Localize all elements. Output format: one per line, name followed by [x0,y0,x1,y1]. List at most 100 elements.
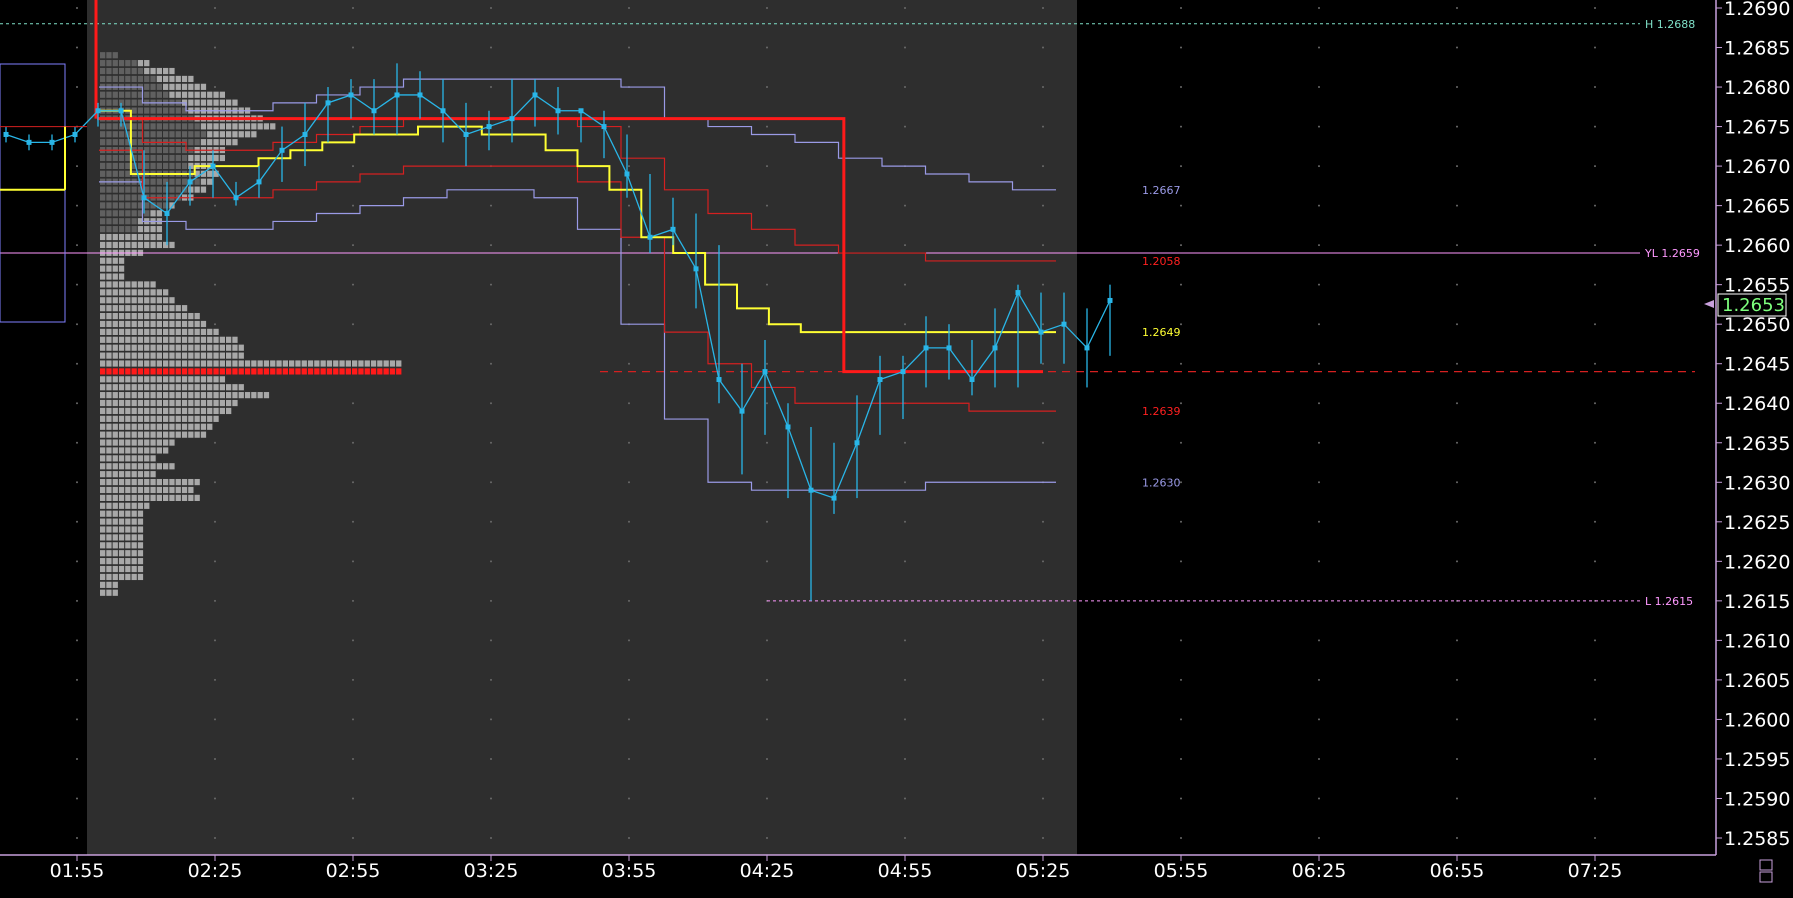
profile-cell [112,91,118,98]
profile-cell [137,336,144,343]
grid-dot [214,639,216,642]
profile-cell [156,407,162,415]
profile-cell [181,344,188,351]
profile-cell [118,139,125,146]
profile-cell [207,344,213,351]
profile-cell [118,162,125,169]
profile-cell [125,202,131,209]
profile-cell [125,241,131,249]
grid-dot [1318,46,1320,49]
profile-cell [100,305,106,312]
profile-cell [156,447,162,454]
profile-cell [100,281,106,288]
profile-cell [200,399,207,407]
grid-dot [1042,86,1044,89]
profile-cell [112,589,118,596]
poc-cell [200,368,207,375]
grid-dot [766,402,768,405]
profile-cell [131,352,137,359]
profile-cell [257,360,263,367]
profile-cell [125,526,131,533]
grid-dot [214,599,216,602]
grid-dot [1318,757,1320,760]
profile-cell [112,233,118,241]
profile-cell [163,289,169,296]
poc-cell [276,368,282,375]
profile-cell [232,384,238,391]
profile-cell [276,360,282,367]
profile-cell [118,478,125,486]
profile-cell [125,518,131,525]
profile-cell [169,186,175,193]
profile-cell [106,558,112,565]
x-tick-label: 06:25 [1292,860,1347,882]
profile-cell [175,154,181,162]
profile-cell [169,305,175,312]
profile-cell [125,312,131,320]
profile-cell [125,336,131,343]
grid-dot [904,204,906,207]
profile-cell [131,526,137,533]
grid-dot [904,86,906,89]
last-price-label: 1.2653 [1722,295,1785,316]
profile-cell [100,407,106,415]
profile-cell [232,131,238,138]
profile-cell [244,131,251,138]
grid-dot [628,125,630,128]
poc-cell [301,368,307,375]
profile-cell [156,91,162,98]
profile-cell [207,154,213,162]
poc-cell [383,368,389,375]
profile-cell [131,360,137,367]
profile-cell [150,384,156,391]
poc-cell [389,368,396,375]
grid-dot [214,520,216,523]
profile-cell [137,376,144,383]
profile-cell [194,352,200,359]
x-tick-label: 03:55 [602,860,657,882]
profile-cell [125,431,131,438]
grid-dot [766,362,768,365]
profile-cell [169,431,175,438]
grid-dot [1456,441,1458,444]
profile-cell [125,478,131,486]
profile-cell [156,123,162,130]
profile-cell [219,407,225,415]
profile-cell [131,502,137,509]
profile-cell [150,328,156,335]
profile-cell [169,352,175,359]
profile-cell [156,344,162,351]
profile-cell [112,241,118,249]
profile-cell [181,399,188,407]
profile-cell [194,91,200,98]
grid-dot [490,757,492,760]
profile-cell [175,352,181,359]
profile-cell [150,486,156,494]
profile-cell [213,139,219,146]
profile-cell [163,415,169,422]
poc-cell [320,368,326,375]
profile-cell [112,123,118,130]
profile-cell [194,360,200,367]
profile-cell [137,107,144,114]
x-tick-label: 04:55 [878,860,933,882]
profile-cell [163,376,169,383]
profile-cell [213,407,219,415]
profile-cell [163,392,169,399]
profile-cell [137,486,144,494]
profile-cell [163,162,169,169]
profile-cell [144,162,150,169]
profile-cell [175,407,181,415]
profile-cell [188,478,194,486]
profile-cell [112,60,118,67]
grid-dot [1180,7,1182,9]
grid-dot [352,678,354,681]
profile-cell [219,131,225,138]
grid-dot [352,560,354,563]
profile-cell [200,392,207,399]
grid-dot [1042,560,1044,563]
profile-cell [163,478,169,486]
profile-cell [106,226,112,233]
grid-dot [1456,402,1458,405]
price-chart[interactable]: H 1.2688 YL 1.2659 L 1.2615 1.2667 1.2058 1.… [0,0,1793,898]
